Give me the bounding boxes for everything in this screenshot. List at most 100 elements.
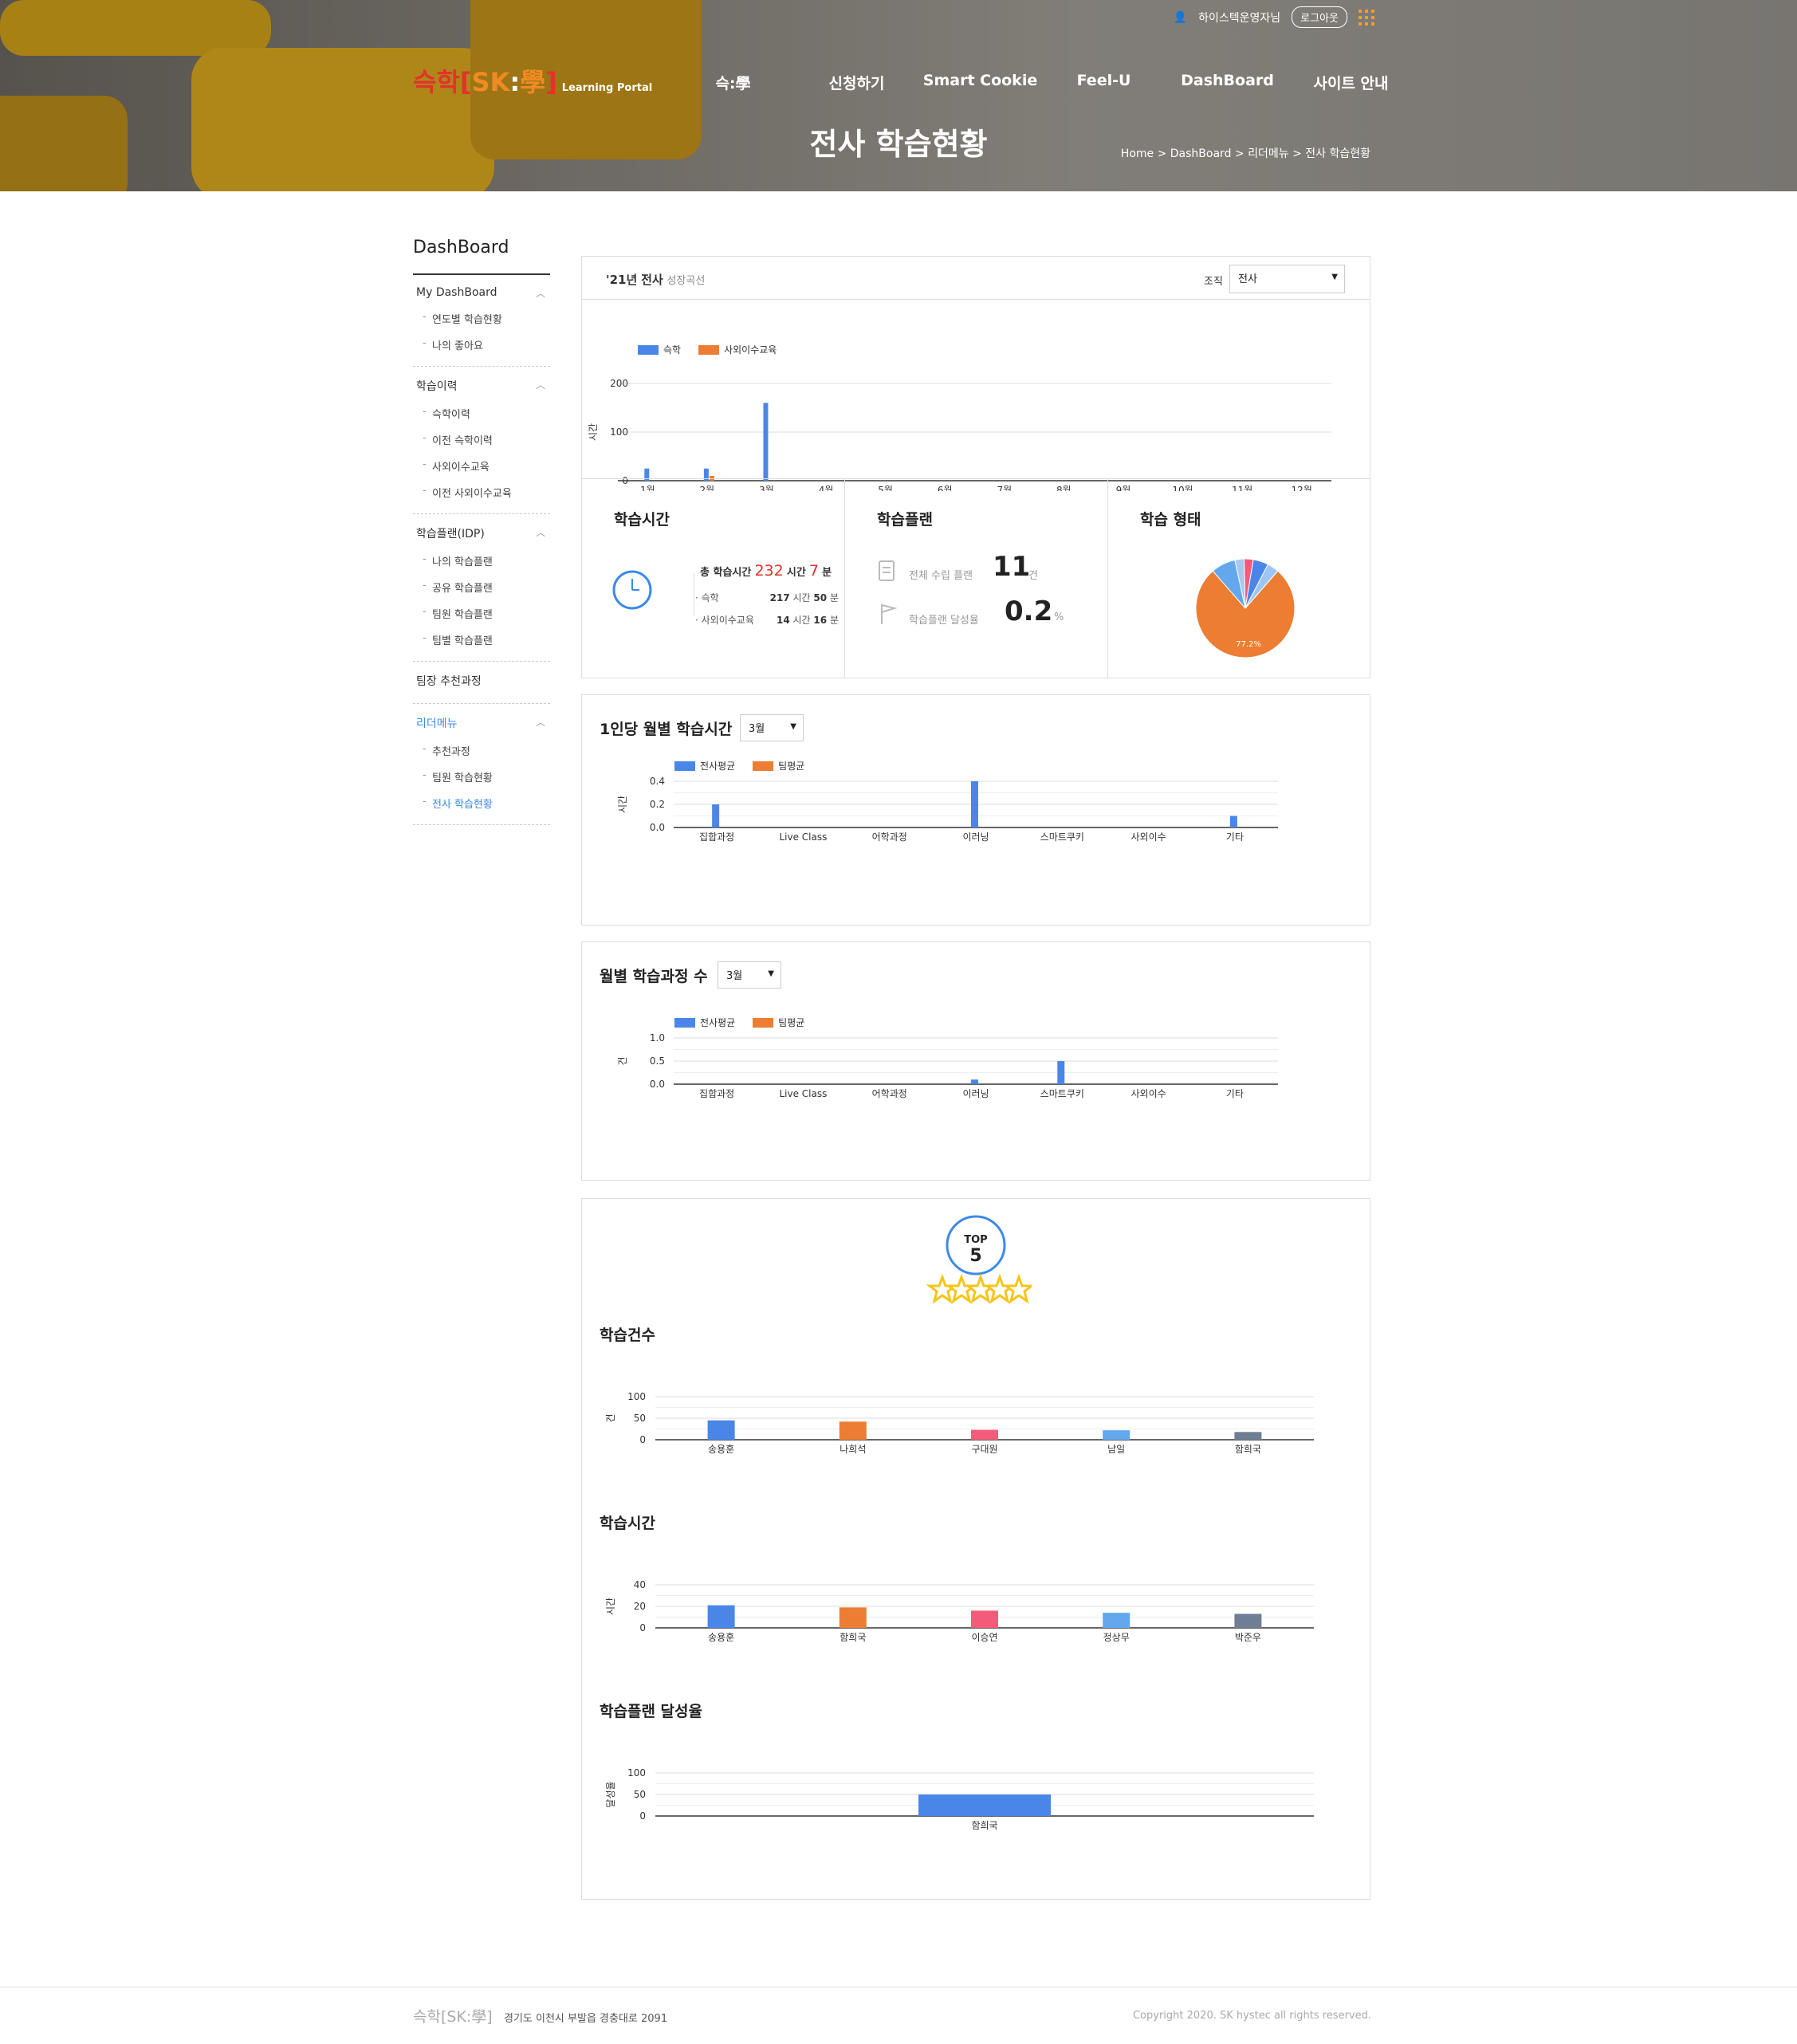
y-axis-title: 건 — [605, 1413, 616, 1422]
growth-header: '21년 전사 성장곡선 조직 전사 — [582, 257, 1370, 300]
pie-data-label: 77.2% — [1236, 640, 1261, 649]
bar — [707, 1605, 735, 1628]
bar — [918, 1794, 1051, 1816]
x-tick-label: 기타 — [1226, 1088, 1244, 1099]
stats-row: 학습시간 총 학습시간 232 시간 7 분 · 슥학 217 시간 50 분 … — [582, 478, 1370, 678]
learning-type-pie: 77.2% — [1195, 558, 1296, 658]
bar — [1229, 816, 1237, 827]
top5-panel: TOP 5 학습건수 0 50 100 건 송용훈 나희석 구대원 남일 함희국 학습시간 02… — [581, 1198, 1370, 1900]
utility-bar: 👤 하이스텍운영자님 로그아웃 — [1174, 6, 1374, 28]
org-select[interactable]: 전사 — [1229, 265, 1345, 293]
y-tick-label: 50 — [634, 1413, 646, 1424]
growth-chart: 0100200시간1월 2월 3월 4월 5월 6월 7월 8월 9월 10월 11월 12월 — [588, 378, 1331, 491]
chevron-up-icon: ︿ — [535, 527, 545, 538]
y-axis-title: 건 — [617, 1056, 628, 1065]
y-tick-label: 0.5 — [650, 1055, 665, 1067]
stat-time-title: 학습시간 — [614, 511, 670, 529]
sidebar-item[interactable]: 팀원 학습플랜 — [413, 600, 550, 627]
sidebar-group: My DashBoard︿ 연도별 학습현황 나의 좋아요 — [413, 275, 550, 367]
sidebar-item[interactable]: 이전 슥학이력 — [413, 426, 550, 453]
y-tick-label: 200 — [610, 378, 628, 389]
nav-item-feel-u[interactable]: Feel-U — [1042, 72, 1166, 93]
sidebar-item[interactable]: 연도별 학습현황 — [413, 305, 550, 332]
nav-item-site-guide[interactable]: 사이트 안내 — [1289, 72, 1413, 93]
x-tick-label: Live Class — [779, 831, 827, 843]
x-tick-label: 이승연 — [971, 1632, 997, 1643]
sidebar-group-recommend[interactable]: 팀장 추천과정 — [413, 673, 550, 689]
sidebar-item[interactable]: 팀원 학습현황 — [413, 764, 550, 790]
stat-time-panel: 학습시간 총 학습시간 232 시간 7 분 · 슥학 217 시간 50 분 … — [582, 479, 845, 678]
apps-grid-icon[interactable] — [1359, 9, 1374, 26]
monthly-count-month-select[interactable]: 3월 — [718, 961, 781, 989]
bar — [712, 804, 720, 827]
bar — [839, 1607, 867, 1628]
top5-badge-icon: TOP 5 — [926, 1215, 1032, 1304]
sidebar-item[interactable]: 사외이수교육 — [413, 453, 550, 479]
sidebar-item[interactable]: 팀별 학습플랜 — [413, 627, 550, 653]
nav-item-dashboard[interactable]: DashBoard — [1166, 72, 1289, 93]
y-tick-label: 0.4 — [650, 776, 665, 787]
sidebar-group: 학습플랜(IDP)︿ 나의 학습플랜 공유 학습플랜 팀원 학습플랜 팀별 학습… — [413, 514, 550, 662]
x-tick-label: 이러닝 — [962, 831, 989, 843]
sidebar-group-history[interactable]: 학습이력 ︿ — [413, 378, 550, 394]
bar — [971, 1079, 978, 1084]
bar — [1103, 1613, 1130, 1628]
monthly-count-panel: 월별 학습과정 수 3월 전사평균 팀평균 0.00.51.0건집합과정Live… — [581, 941, 1370, 1181]
y-tick-label: 100 — [627, 1767, 646, 1779]
x-tick-label: 어학과정 — [872, 1088, 907, 1099]
plan-rate-unit: % — [1054, 611, 1064, 623]
sidebar-item[interactable]: 나의 학습플랜 — [413, 548, 550, 574]
bar — [1234, 1432, 1262, 1440]
y-tick-label: 20 — [634, 1601, 646, 1612]
sidebar-group-idp[interactable]: 학습플랜(IDP) ︿ — [413, 525, 550, 541]
document-icon — [879, 560, 895, 581]
y-tick-label: 50 — [634, 1789, 646, 1800]
x-tick-label: 집합과정 — [699, 831, 734, 843]
footer-logo: 슥학[SK:學] — [413, 2008, 493, 2026]
x-tick-label: 함희국 — [840, 1632, 866, 1643]
plan-total-unit: 건 — [1028, 570, 1038, 582]
y-tick-label: 0.2 — [650, 799, 665, 810]
breadcrumb-current: 전사 학습현황 — [1305, 147, 1370, 160]
breadcrumb-home[interactable]: Home — [1121, 147, 1154, 160]
x-tick-label: 어학과정 — [872, 831, 907, 843]
stat-plan-title: 학습플랜 — [877, 511, 933, 529]
y-axis-title: 시간 — [588, 423, 599, 441]
sidebar-item[interactable]: 나의 좋아요 — [413, 332, 550, 358]
sidebar-group-leader[interactable]: 리더메뉴 ︿ — [413, 715, 550, 731]
top-plan-chart: 0 50 100 달성율함희국 — [605, 1767, 1314, 1831]
x-tick-label: 함희국 — [971, 1820, 997, 1831]
y-tick-label: 1.0 — [650, 1032, 665, 1044]
plan-rate-value: 0.2 — [1005, 596, 1053, 627]
sidebar-item[interactable]: 슥학이력 — [413, 400, 550, 426]
sidebar-item[interactable]: 이전 사외이수교육 — [413, 479, 550, 505]
sidebar-group: 학습이력︿ 슥학이력 이전 슥학이력 사외이수교육 이전 사외이수교육 — [413, 367, 550, 514]
breadcrumb-leader[interactable]: 리더메뉴 — [1248, 147, 1289, 160]
x-tick-label: 기타 — [1226, 831, 1244, 843]
flag-icon — [881, 603, 898, 624]
logout-button[interactable]: 로그아웃 — [1292, 6, 1347, 28]
sidebar-group-my-dashboard[interactable]: My DashBoard ︿ — [413, 286, 550, 299]
chevron-up-icon: ︿ — [535, 379, 545, 391]
nav-item-apply[interactable]: 신청하기 — [795, 72, 918, 93]
org-label: 조직 — [1204, 276, 1223, 288]
breadcrumb-dashboard[interactable]: DashBoard — [1170, 147, 1232, 160]
nav-item-smart-cookie[interactable]: Smart Cookie — [918, 72, 1042, 93]
bar — [763, 403, 769, 481]
x-tick-label: Live Class — [779, 1088, 827, 1099]
page-title: 전사 학습현황 — [809, 127, 988, 162]
x-tick-label: 송용훈 — [708, 1444, 734, 1455]
sidebar-item[interactable]: 추천과정 — [413, 737, 550, 764]
y-tick-label: 100 — [627, 1391, 646, 1402]
sidebar-item[interactable]: 공유 학습플랜 — [413, 574, 550, 600]
x-tick-label: 박준우 — [1235, 1632, 1261, 1643]
x-tick-label: 스마트쿠키 — [1040, 1088, 1084, 1099]
x-tick-label: 송용훈 — [708, 1632, 734, 1643]
nav-item-home[interactable]: 슥:學 — [671, 72, 795, 93]
sidebar-item-active[interactable]: 전사 학습현황 — [413, 790, 550, 816]
sidebar-group: 리더메뉴︿ 추천과정 팀원 학습현황 전사 학습현황 — [413, 704, 550, 825]
site-logo[interactable]: 슥학[SK:學] Learning Portal — [413, 62, 652, 99]
main-nav: 슥:學 신청하기 Smart Cookie Feel-U DashBoard 사… — [671, 72, 1413, 93]
monthly-time-chart: 0.0 0.2 0.4 시간집합과정 Live Class 어학과정 이러닝 스마트쿠키 사외이… — [617, 776, 1278, 843]
monthly-time-month-select[interactable]: 3월 — [740, 714, 804, 741]
